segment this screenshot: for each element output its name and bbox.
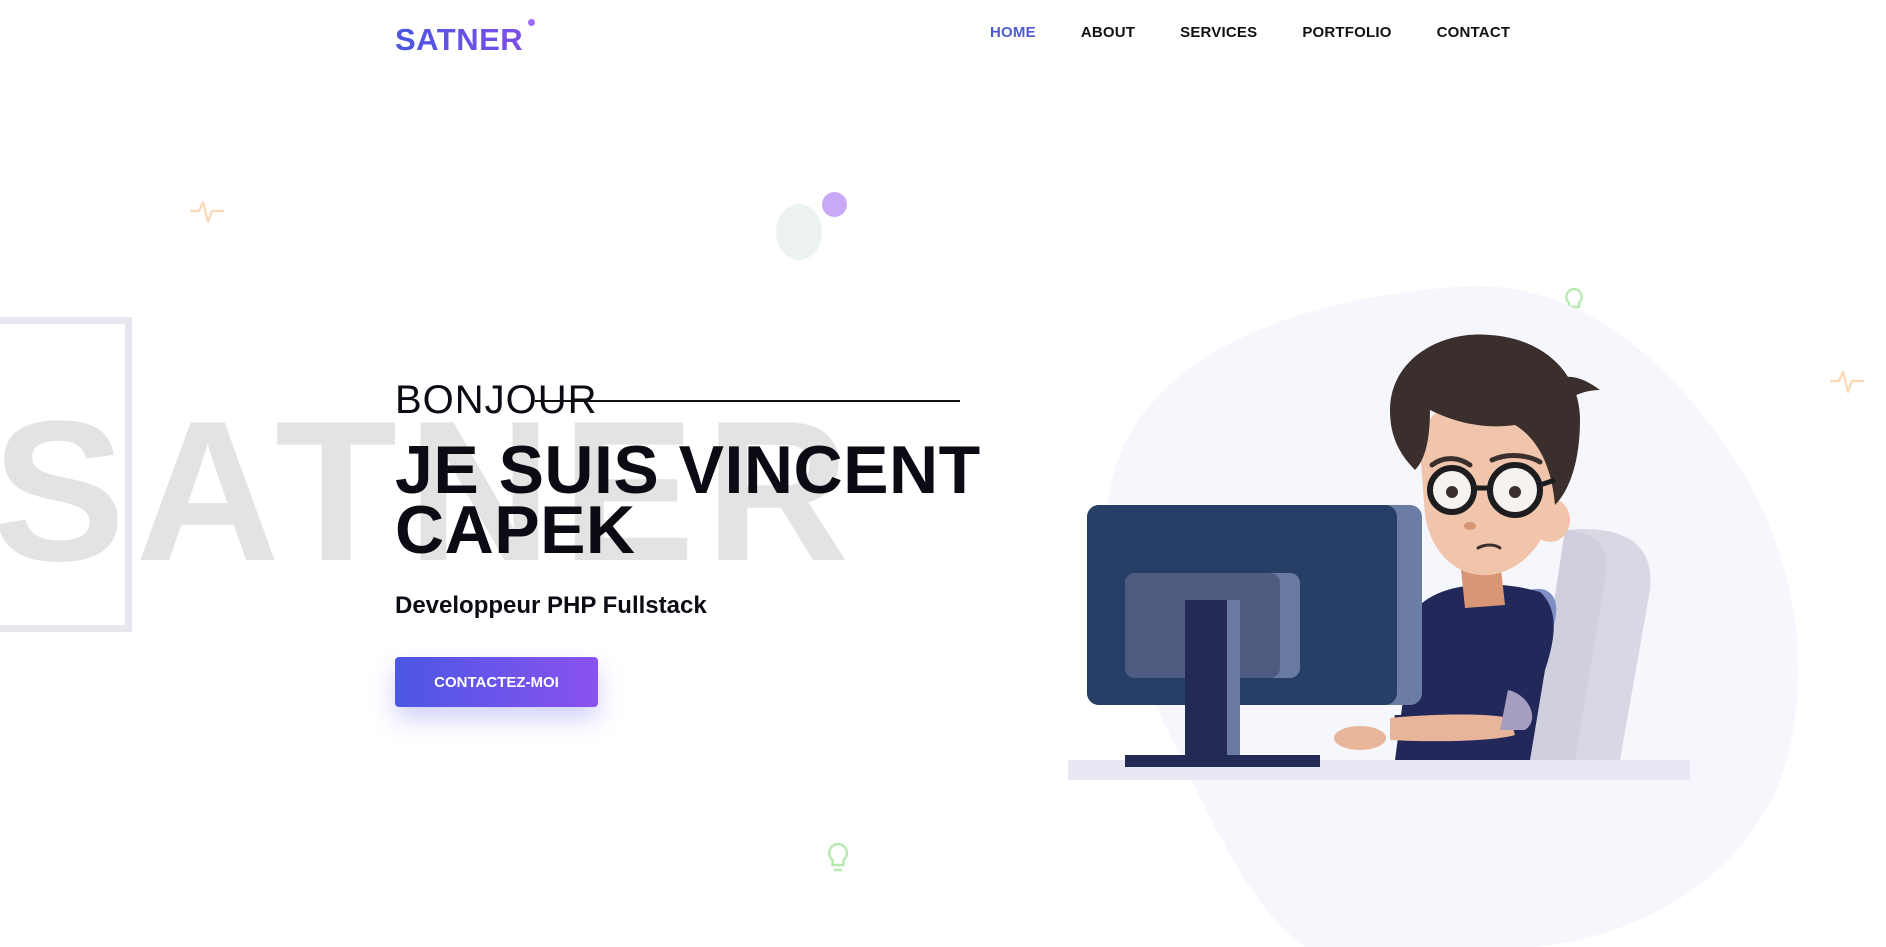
logo-dot <box>528 19 535 26</box>
lightbulb-icon <box>827 842 849 872</box>
nav-services[interactable]: SERVICES <box>1180 24 1257 41</box>
nav-contact[interactable]: CONTACT <box>1437 24 1511 41</box>
contact-me-button[interactable]: CONTACTEZ-MOI <box>395 657 598 707</box>
nav-portfolio[interactable]: PORTFOLIO <box>1302 24 1391 41</box>
hero-title-line1: JE SUIS VINCENT <box>395 432 981 508</box>
nav-about[interactable]: ABOUT <box>1081 24 1135 41</box>
main-nav: HOME ABOUT SERVICES PORTFOLIO CONTACT <box>990 24 1510 41</box>
pulse-icon <box>1830 370 1864 394</box>
nav-home[interactable]: HOME <box>990 24 1036 41</box>
greeting-underline <box>535 400 960 402</box>
hero-subtitle: Developpeur PHP Fullstack <box>395 592 707 619</box>
decor-oval <box>776 204 822 260</box>
decor-dot <box>822 192 847 217</box>
hero-title: JE SUIS VINCENT CAPEK <box>395 432 1015 568</box>
site-logo[interactable]: SATNER <box>395 22 523 58</box>
pulse-icon <box>190 200 224 224</box>
developer-illustration <box>1068 334 1690 780</box>
hero-title-line2: CAPEK <box>395 492 636 568</box>
